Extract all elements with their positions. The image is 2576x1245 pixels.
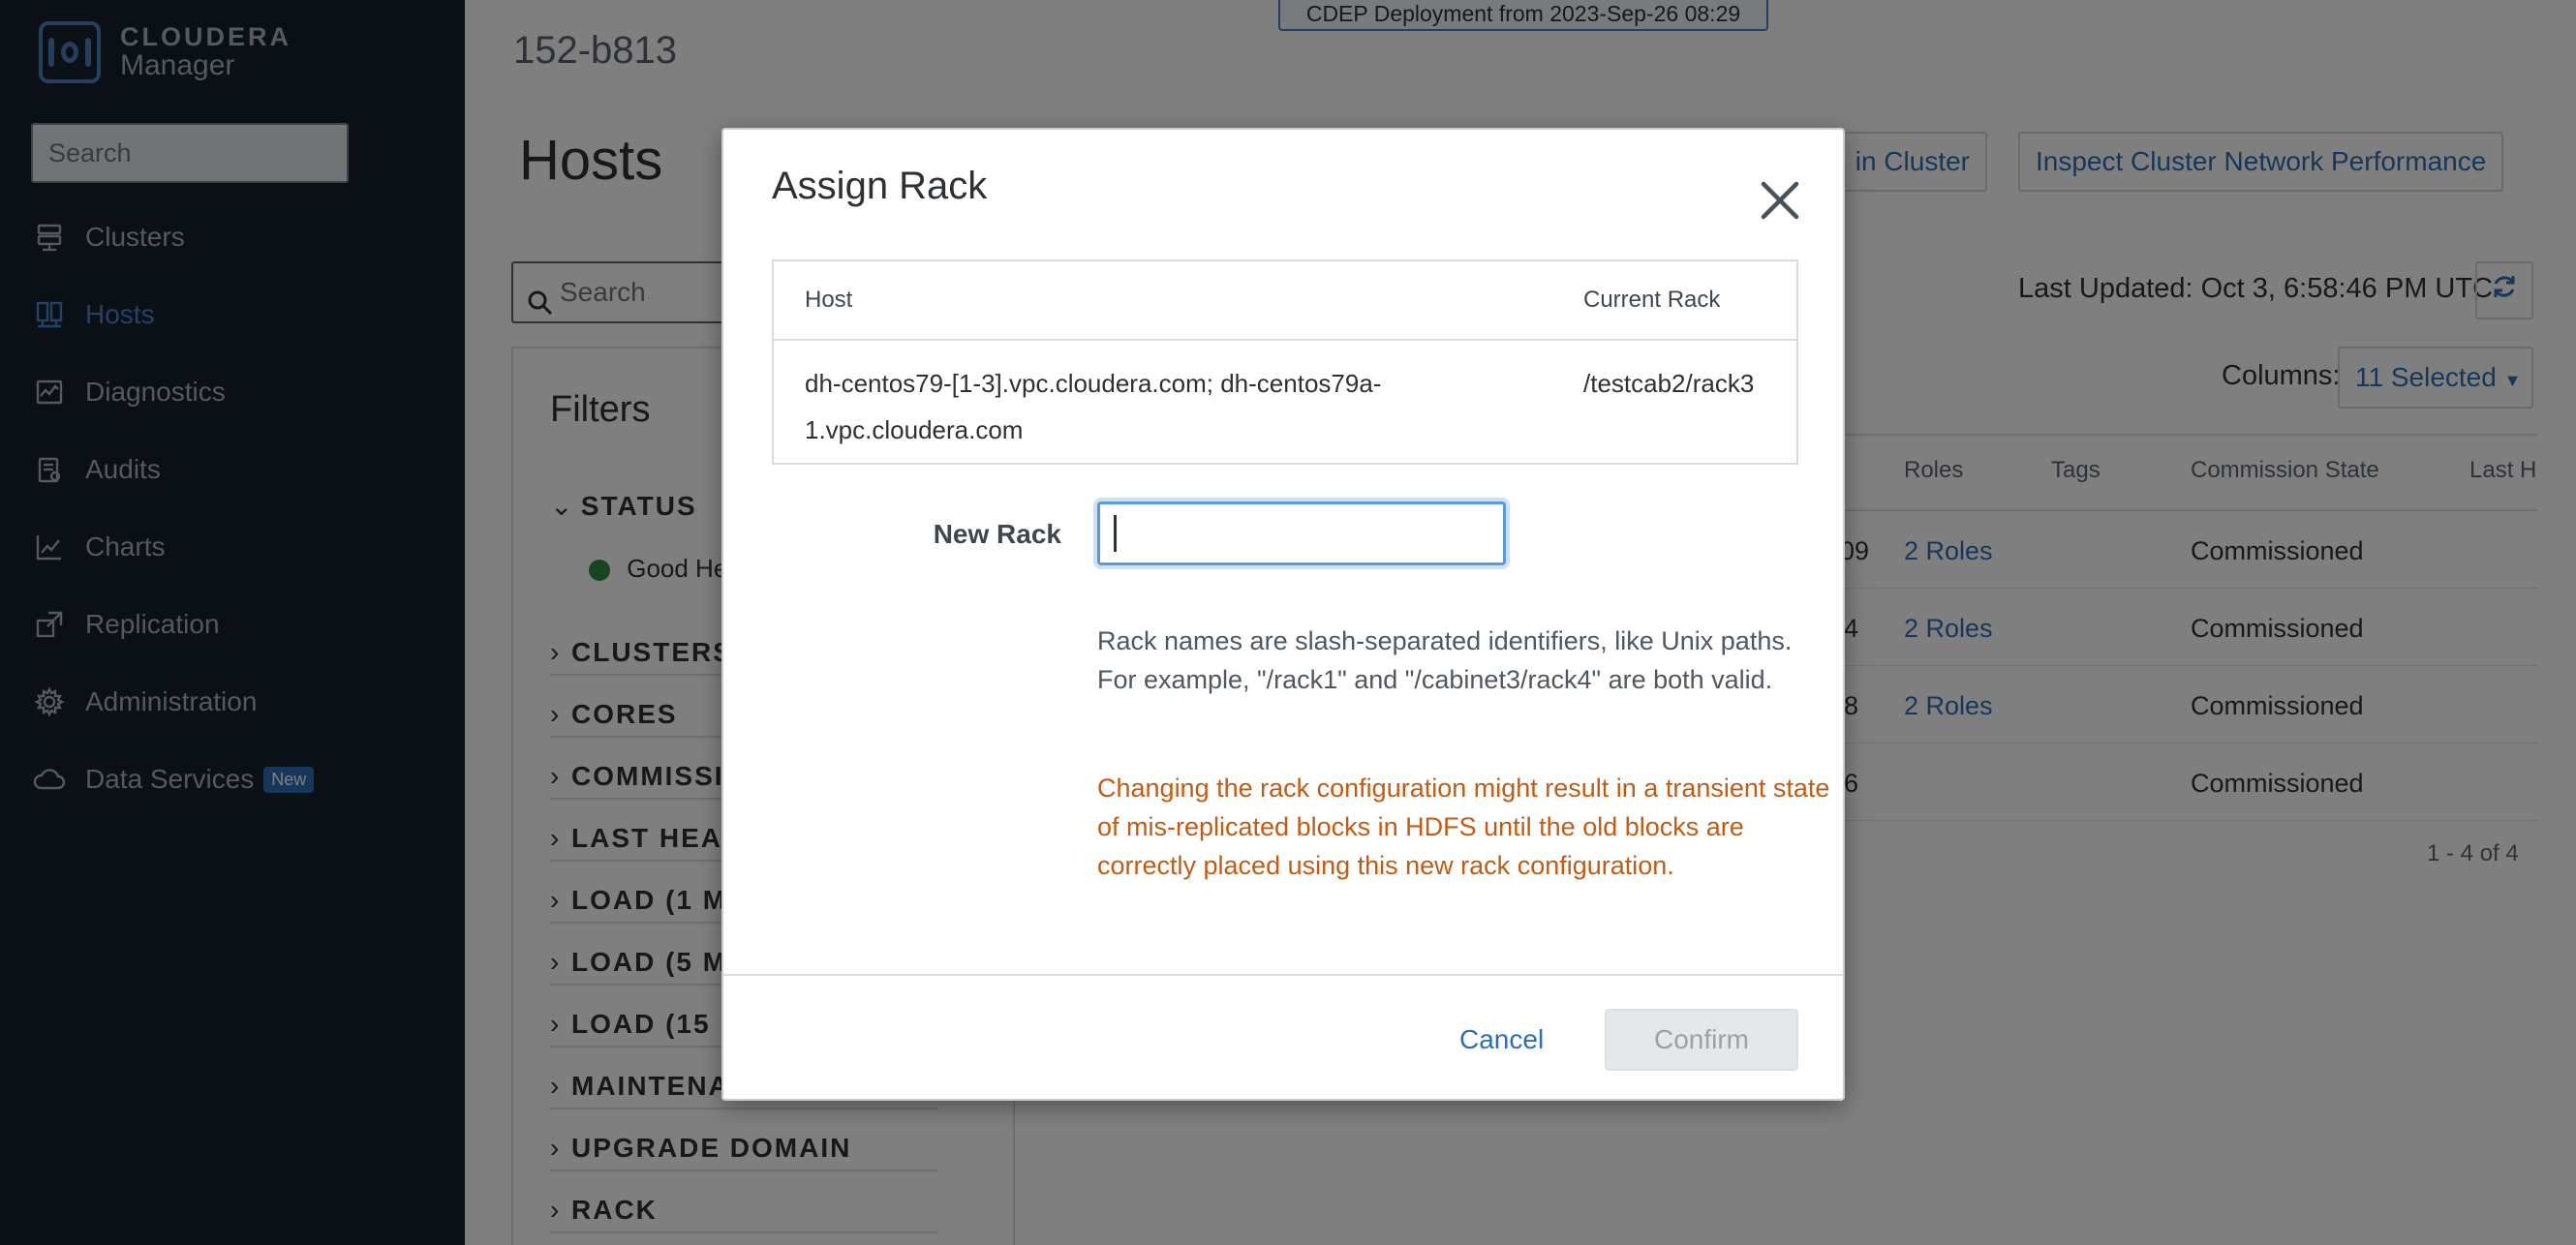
table-header-row: Host Current Rack — [774, 261, 1796, 341]
assign-rack-dialog: Assign Rack Host Current Rack dh-centos7… — [721, 128, 1845, 1101]
text-cursor — [1114, 515, 1117, 552]
dialog-title: Assign Rack — [772, 165, 988, 207]
current-rack-cell: /testcab2/rack3 — [1583, 369, 1755, 398]
new-rack-label: New Rack — [933, 519, 1061, 549]
column-header-current-rack: Current Rack — [1583, 287, 1721, 313]
confirm-button[interactable]: Confirm — [1605, 1009, 1798, 1071]
rack-warning-text: Changing the rack configuration might re… — [1097, 774, 1830, 880]
close-button[interactable] — [1758, 178, 1802, 223]
table-row: dh-centos79-[1-3].vpc.cloudera.com; dh-c… — [774, 341, 1796, 463]
close-icon — [1761, 181, 1799, 220]
cancel-button[interactable]: Cancel — [1459, 1024, 1544, 1055]
rack-help-text: Rack names are slash-separated identifie… — [1097, 626, 1793, 694]
column-header-host: Host — [805, 287, 853, 313]
new-rack-input[interactable] — [1097, 501, 1506, 565]
host-cell: dh-centos79-[1-3].vpc.cloudera.com; dh-c… — [805, 369, 1382, 444]
hosts-rack-table: Host Current Rack dh-centos79-[1-3].vpc.… — [772, 259, 1798, 465]
